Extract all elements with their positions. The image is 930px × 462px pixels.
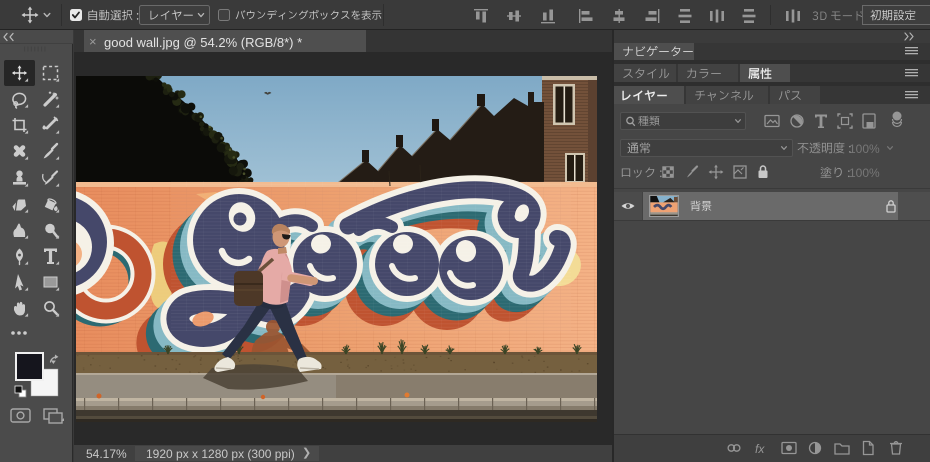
svg-text:fx: fx <box>755 442 765 456</box>
